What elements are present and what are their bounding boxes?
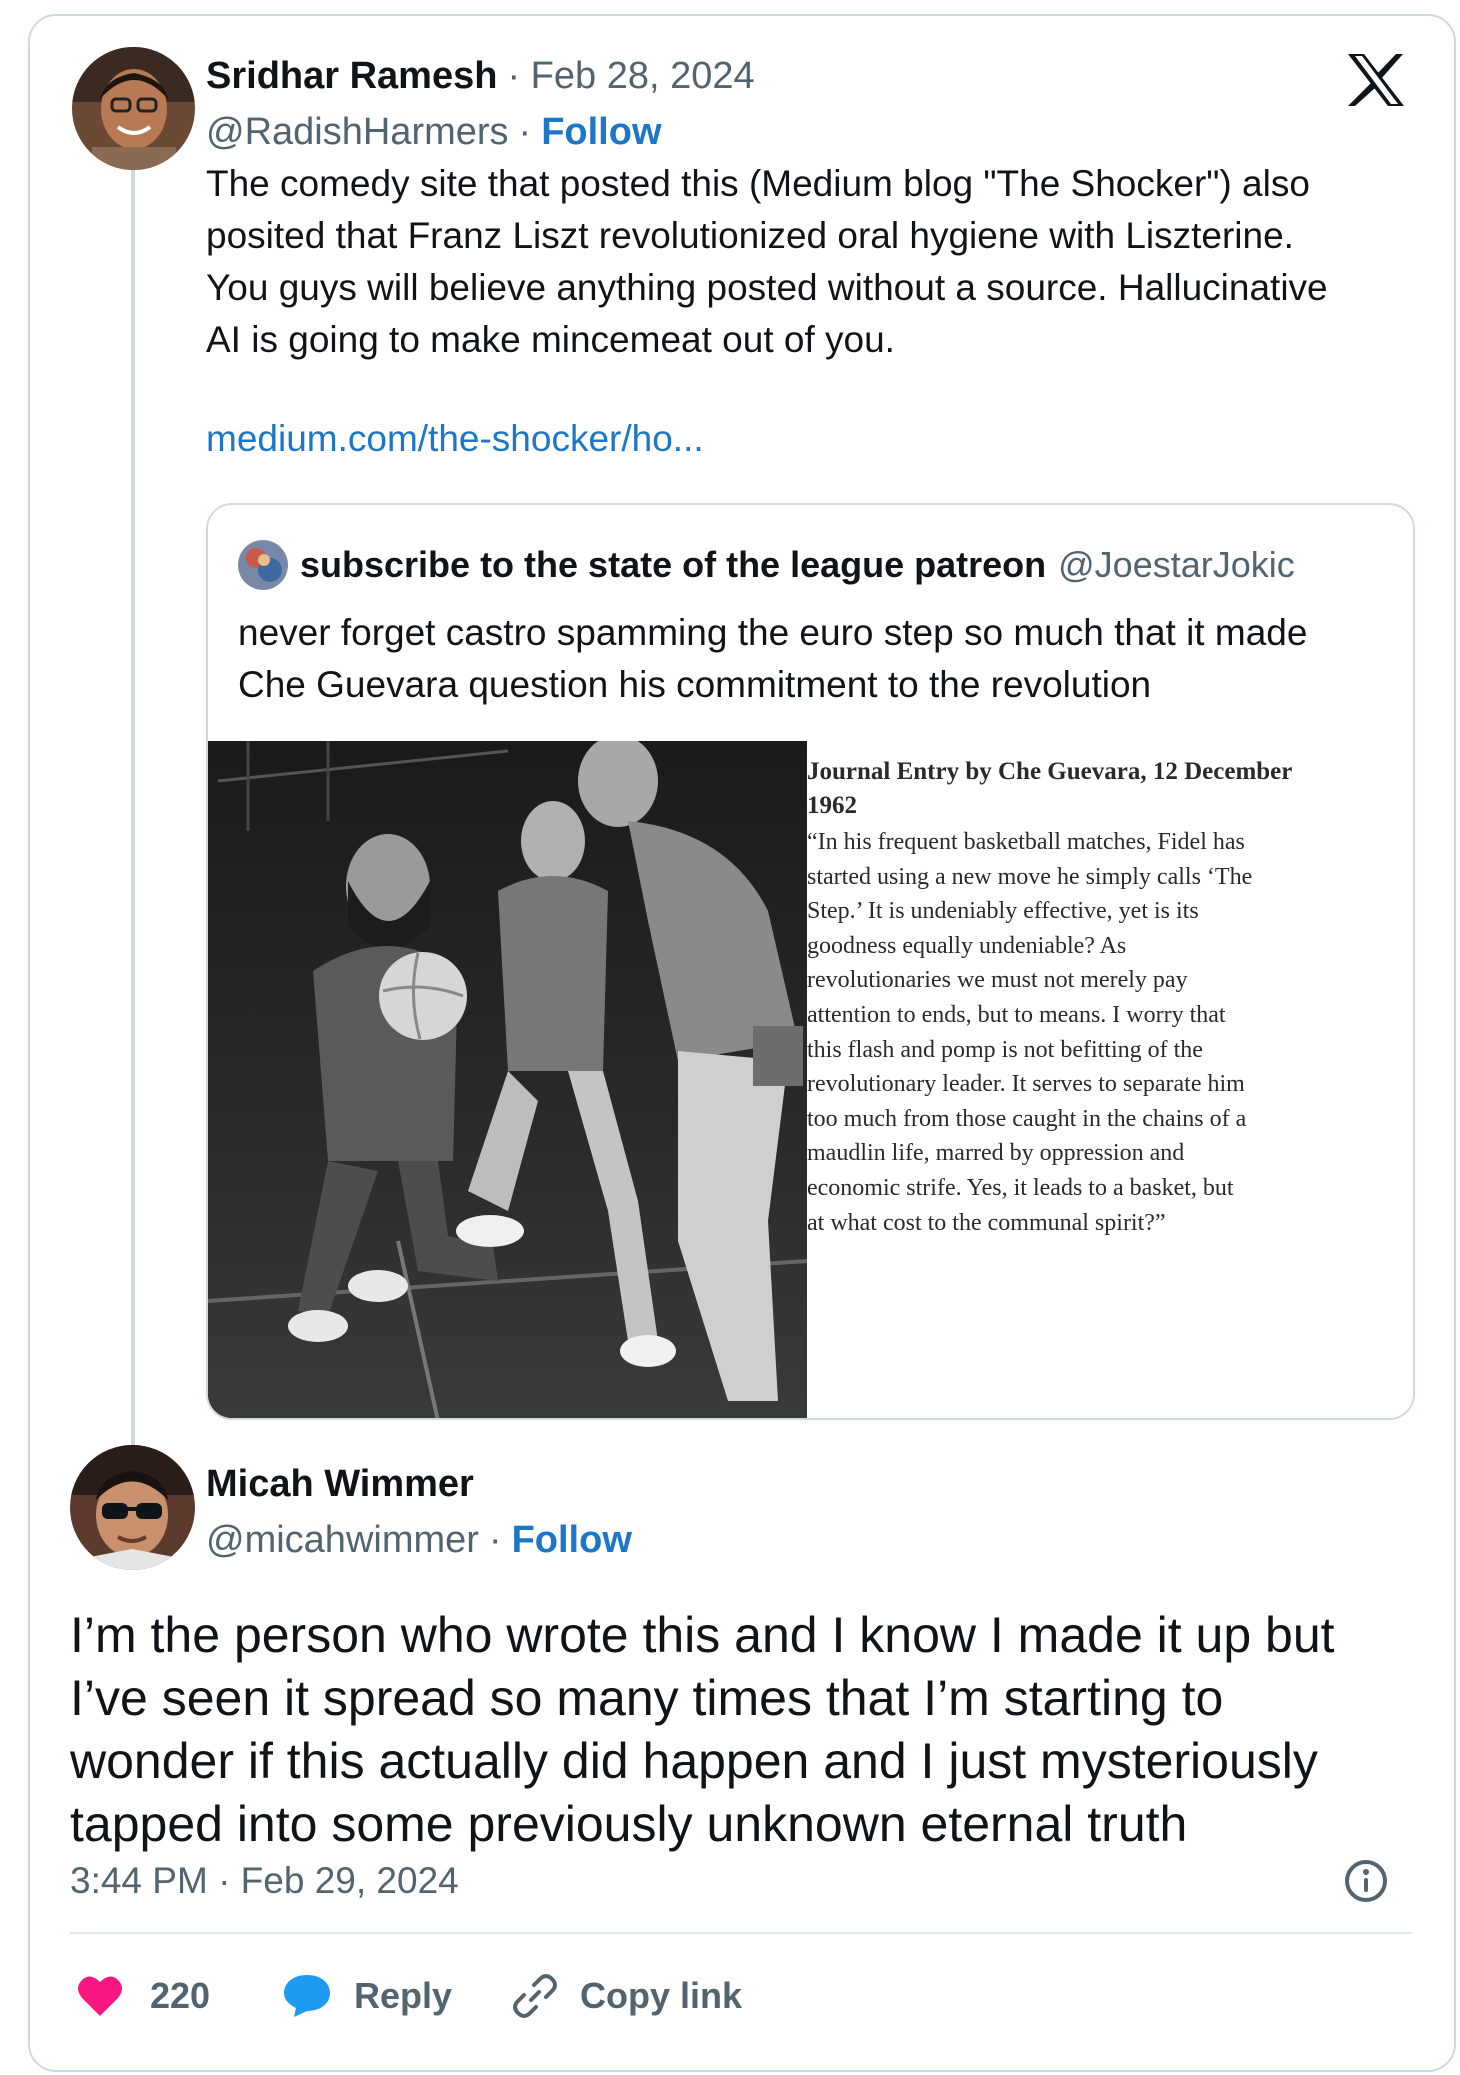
text-line: I’ve seen it spread so many times that I… [70,1670,1224,1726]
thread-line [131,170,135,1445]
info-icon[interactable] [1343,1858,1389,1904]
quoted-avatar-image [238,540,288,590]
author-handle[interactable]: @RadishHarmers [206,111,509,154]
reply-button[interactable]: Reply [282,1966,452,2026]
journal-line: at what cost to the communal spirit?” [807,1209,1166,1236]
divider [70,1932,1412,1934]
parent-header-line1: Sridhar Ramesh · Feb 28, 2024 [206,52,755,100]
author-name[interactable]: Sridhar Ramesh [206,55,497,98]
journal-title-line: 1962 [807,792,857,819]
journal-title-line: Journal Entry by Che Guevara, 12 Decembe… [807,758,1293,785]
journal-line: revolutionary leader. It serves to separ… [807,1071,1245,1098]
like-button[interactable]: 220 [76,1966,210,2026]
journal-body: “In his frequent basketball matches, Fid… [807,825,1413,1240]
like-count: 220 [150,1975,211,2016]
basketball-photo[interactable] [208,735,808,1418]
medium-link[interactable]: medium.com/the-shocker/ho... [206,418,704,460]
follow-button[interactable]: Follow [541,111,661,154]
journal-line: attention to ends, but to means. I worry… [807,1001,1226,1028]
separator-dot: · [518,110,532,153]
copy-link-button[interactable]: Copy link [512,1966,742,2026]
follow-button[interactable]: Follow [512,1519,632,1562]
parent-header-line2: @RadishHarmers · Follow [206,108,662,156]
journal-line: goodness equally undeniable? As [807,932,1127,959]
text-line: You guys will believe anything posted wi… [206,267,1328,308]
quoted-author-handle[interactable]: @JoestarJokic [1058,544,1295,586]
reply-header-line2: @micahwimmer · Follow [206,1516,632,1564]
journal-line: started using a new move he simply calls… [807,863,1253,890]
text-line: I’m the person who wrote this and I know… [70,1607,1335,1663]
reply-tweet-text: I’m the person who wrote this and I know… [70,1604,1420,1856]
basketball-photo-image [208,735,808,1418]
reply-header-line1: Micah Wimmer [206,1460,474,1508]
text-line: AI is going to make mincemeat out of you… [206,319,895,360]
avatar-photo [70,1445,195,1570]
text-line: tapped into some previously unknown eter… [70,1796,1188,1852]
journal-line: too much from those caught in the chains… [807,1105,1247,1132]
author-handle[interactable]: @micahwimmer [206,1519,479,1562]
avatar-photo [72,47,195,170]
text-line: The comedy site that posted this (Medium… [206,163,1310,204]
avatar-micah[interactable] [70,1445,195,1570]
heart-icon [76,1974,124,2018]
journal-line: revolutionaries we must not merely pay [807,967,1188,994]
separator-dot: · [488,1518,502,1561]
reply-label: Reply [354,1975,453,2016]
author-name[interactable]: Micah Wimmer [206,1463,474,1506]
quoted-tweet-text: never forget castro spamming the euro st… [238,607,1398,711]
quoted-author-name[interactable]: subscribe to the state of the league pat… [300,544,1046,586]
journal-line: Step.’ It is undeniably effective, yet i… [807,898,1199,925]
parent-tweet-text: The comedy site that posted this (Medium… [206,158,1406,366]
tweet-timestamp[interactable]: 3:44 PM · Feb 29, 2024 [70,1860,459,1902]
journal-title: Journal Entry by Che Guevara, 12 Decembe… [807,755,1407,823]
avatar-sridhar[interactable] [72,47,195,170]
x-logo-icon[interactable] [1346,52,1406,108]
speech-bubble-icon [282,1973,332,2019]
journal-entry-image[interactable]: Journal Entry by Che Guevara, 12 Decembe… [807,741,1413,1418]
quoted-avatar[interactable] [238,540,288,590]
text-line: posited that Franz Liszt revolutionized … [206,215,1294,256]
post-date[interactable]: · Feb 28, 2024 [507,55,754,98]
quoted-tweet[interactable]: subscribe to the state of the league pat… [206,503,1415,1420]
journal-line: economic strife. Yes, it leads to a bask… [807,1174,1234,1201]
quoted-header: subscribe to the state of the league pat… [300,539,1295,591]
journal-line: maudlin life, marred by oppression and [807,1140,1185,1167]
text-line: wonder if this actually did happen and I… [70,1733,1318,1789]
journal-line: “In his frequent basketball matches, Fid… [807,829,1245,855]
journal-line: this flash and pomp is not befitting of … [807,1036,1203,1063]
text-line: Che Guevara question his commitment to t… [238,664,1152,705]
copy-link-label: Copy link [580,1975,743,2016]
text-line: never forget castro spamming the euro st… [238,612,1308,653]
link-icon [512,1973,558,2019]
